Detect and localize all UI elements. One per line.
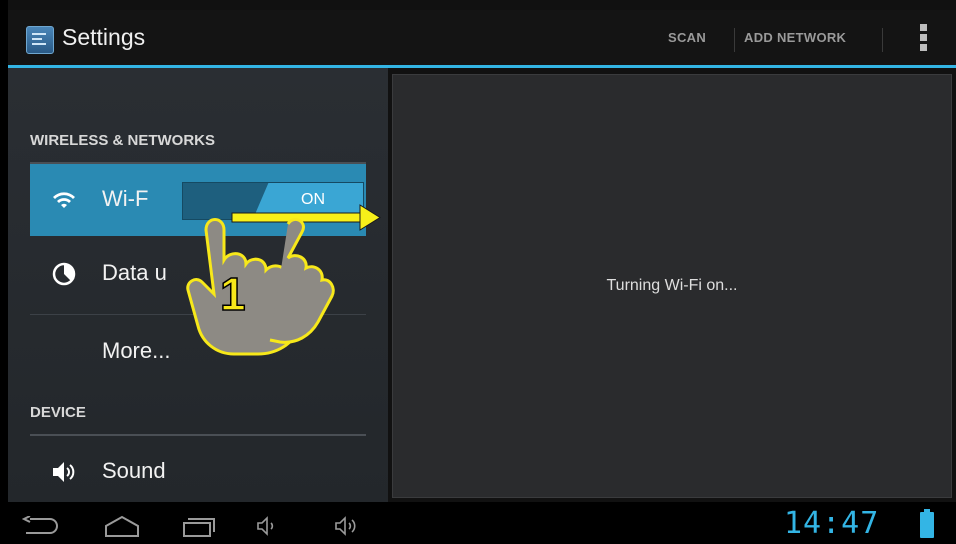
system-nav-bar: 14:47 <box>0 502 956 544</box>
detail-pane: Turning Wi-Fi on... <box>392 74 952 498</box>
wifi-icon <box>53 192 75 208</box>
list-separator <box>30 314 366 315</box>
volume-down-icon[interactable] <box>256 516 280 536</box>
section-header-device: DEVICE <box>30 404 86 421</box>
settings-item-label: Sound <box>102 458 166 483</box>
wifi-status-message: Turning Wi-Fi on... <box>606 277 738 294</box>
data-usage-icon <box>52 262 76 286</box>
action-divider <box>734 28 735 52</box>
volume-up-icon[interactable] <box>334 516 364 536</box>
toggle-state: ON <box>301 191 325 208</box>
action-divider <box>882 28 883 52</box>
back-icon[interactable] <box>22 516 62 536</box>
settings-item-sound[interactable]: Sound <box>30 436 366 508</box>
battery-icon <box>920 509 934 538</box>
scan-button[interactable]: SCAN <box>668 30 706 45</box>
settings-list: WIRELESS & NETWORKS Wi-F ON Data u More.… <box>8 68 388 502</box>
action-bar: Settings SCAN ADD NETWORK <box>8 10 956 68</box>
system-clock: 14:47 <box>784 506 880 541</box>
settings-item-data-usage[interactable]: Data u <box>30 238 366 310</box>
settings-item-wifi[interactable]: Wi-F ON <box>30 164 366 236</box>
recent-apps-icon[interactable] <box>180 514 216 538</box>
app-title: Settings <box>62 24 146 50</box>
add-network-button[interactable]: ADD NETWORK <box>744 30 846 45</box>
settings-item-label: Wi-F <box>102 186 149 211</box>
overflow-menu-icon[interactable] <box>920 24 928 56</box>
settings-item-label: More... <box>102 338 171 363</box>
settings-item-label: Data u <box>102 260 167 285</box>
settings-item-more[interactable]: More... <box>30 316 366 388</box>
home-icon[interactable] <box>102 514 142 538</box>
section-header-wireless: WIRELESS & NETWORKS <box>30 132 216 149</box>
settings-app-icon <box>26 26 54 54</box>
sound-icon <box>53 462 75 482</box>
wifi-toggle[interactable]: ON <box>182 182 364 220</box>
